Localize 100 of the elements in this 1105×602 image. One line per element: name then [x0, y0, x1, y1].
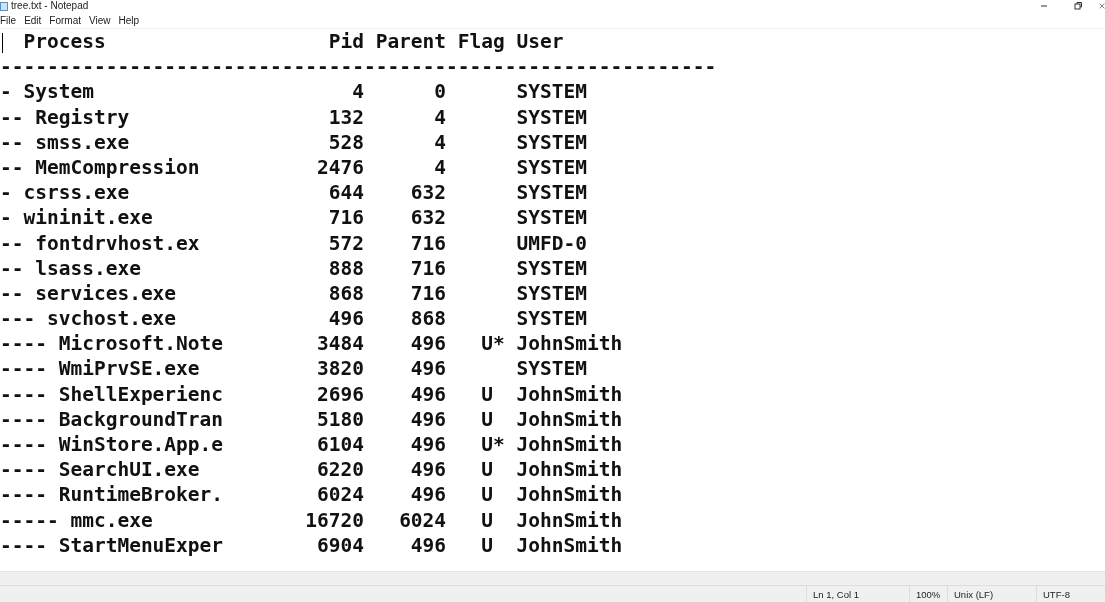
- flag-value: U: [480, 532, 495, 558]
- pid-value: 528: [327, 129, 364, 155]
- user-value: SYSTEM: [515, 306, 588, 332]
- process-name: ---- StartMenuExper: [0, 532, 225, 558]
- user-value: JohnSmith: [515, 532, 624, 558]
- user-value: SYSTEM: [515, 356, 588, 382]
- parent-pid-value: 868: [409, 306, 447, 332]
- menu-item[interactable]: View: [85, 14, 115, 26]
- flag-value: U: [480, 406, 495, 432]
- parent-pid-value: 4: [433, 154, 447, 181]
- pid-value: 3820: [315, 356, 364, 382]
- pid-value: 3484: [315, 331, 364, 357]
- pid-value: 6024: [315, 482, 364, 508]
- text-caret: [2, 33, 3, 53]
- parent-pid-value: 496: [409, 381, 447, 407]
- menu-item[interactable]: Format: [45, 14, 86, 26]
- line-ending: Unix (LF): [947, 586, 1036, 602]
- pid-value: 888: [327, 255, 364, 281]
- user-value: SYSTEM: [515, 79, 588, 105]
- user-value: JohnSmith: [515, 482, 624, 508]
- parent-pid-value: 496: [409, 356, 447, 382]
- pid-value: 716: [327, 205, 364, 231]
- user-value: JohnSmith: [515, 406, 624, 432]
- parent-pid-value: 716: [409, 280, 447, 307]
- parent-pid-value: 632: [409, 180, 447, 206]
- flag-value: U: [480, 482, 495, 508]
- window-title: tree.txt - Notepad: [11, 1, 89, 11]
- process-name: ---- Microsoft.Note: [0, 331, 225, 357]
- pid-value: 6104: [315, 432, 364, 458]
- process-name: ---- ShellExperienc: [0, 381, 225, 407]
- restore-icon: [1073, 1, 1083, 11]
- user-value: JohnSmith: [515, 331, 624, 357]
- parent-pid-value: 496: [409, 432, 447, 458]
- parent-pid-value: 6024: [398, 507, 447, 533]
- process-name: - System: [0, 79, 95, 105]
- process-name: ---- BackgroundTran: [0, 406, 225, 432]
- horizontal-scrollbar[interactable]: [0, 571, 1105, 585]
- process-name: ---- SearchUI.exe: [0, 457, 201, 483]
- parent-pid-value: 4: [433, 129, 447, 155]
- notepad-icon: [0, 1, 8, 11]
- column-header: User: [515, 29, 565, 55]
- parent-pid-value: 496: [409, 457, 447, 483]
- separator-line: -------------------------------------------------------------: [0, 54, 718, 80]
- pid-value: 6904: [315, 532, 364, 558]
- pid-value: 4: [351, 79, 364, 105]
- process-name: -- fontdrvhost.ex: [0, 230, 201, 256]
- user-value: SYSTEM: [515, 180, 588, 206]
- menu-item[interactable]: Help: [114, 14, 144, 26]
- pid-value: 496: [327, 306, 364, 332]
- user-value: JohnSmith: [515, 507, 624, 533]
- process-name: ---- WinStore.App.e: [0, 432, 225, 458]
- cursor-position: Ln 1, Col 1: [806, 586, 909, 602]
- process-name: ---- RuntimeBroker.: [0, 482, 225, 508]
- parent-pid-value: 716: [409, 230, 447, 256]
- column-header: Parent: [374, 29, 447, 55]
- user-value: UMFD-0: [515, 230, 588, 256]
- parent-pid-value: 632: [409, 205, 447, 231]
- process-name: -- services.exe: [0, 280, 178, 307]
- pid-value: 644: [327, 180, 364, 206]
- parent-pid-value: 0: [433, 79, 447, 105]
- pid-value: 2696: [315, 381, 364, 407]
- process-name: -- lsass.exe: [0, 255, 142, 281]
- parent-pid-value: 4: [433, 104, 447, 130]
- pid-value: 2476: [315, 154, 364, 181]
- process-name: ---- WmiPrvSE.exe: [0, 356, 201, 382]
- parent-pid-value: 496: [409, 406, 447, 432]
- flag-value: U*: [480, 331, 505, 357]
- flag-value: U: [480, 507, 495, 533]
- flag-value: U: [480, 381, 495, 407]
- user-value: SYSTEM: [515, 104, 588, 130]
- parent-pid-value: 716: [409, 255, 447, 281]
- process-name: -- smss.exe: [0, 129, 131, 155]
- parent-pid-value: 496: [409, 331, 447, 357]
- process-name: - csrss.exe: [0, 180, 131, 206]
- pid-value: 868: [327, 280, 364, 307]
- user-value: SYSTEM: [515, 255, 588, 281]
- process-name: -- Registry: [0, 104, 131, 130]
- column-header: Flag: [456, 29, 505, 55]
- process-name: ----- mmc.exe: [0, 507, 154, 533]
- encoding: UTF-8: [1036, 586, 1105, 602]
- process-name: -- MemCompression: [0, 154, 201, 181]
- pid-value: 572: [327, 230, 364, 256]
- menu-item[interactable]: Edit: [20, 14, 46, 26]
- user-value: SYSTEM: [515, 129, 588, 155]
- user-value: SYSTEM: [515, 154, 588, 181]
- process-name: --- svchost.exe: [0, 306, 178, 332]
- user-value: SYSTEM: [515, 280, 588, 307]
- pid-value: 132: [327, 104, 364, 130]
- user-value: SYSTEM: [515, 205, 588, 231]
- pid-value: 5180: [315, 406, 364, 432]
- user-value: JohnSmith: [515, 432, 624, 458]
- parent-pid-value: 496: [409, 532, 447, 558]
- column-header: Process: [23, 29, 107, 55]
- pid-value: 16720: [305, 507, 364, 533]
- menu-item[interactable]: File: [0, 14, 21, 26]
- pid-value: 6220: [315, 457, 364, 483]
- flag-value: U: [480, 457, 495, 483]
- user-value: JohnSmith: [515, 381, 624, 407]
- process-name: - wininit.exe: [0, 205, 154, 231]
- zoom-level: 100%: [909, 586, 947, 602]
